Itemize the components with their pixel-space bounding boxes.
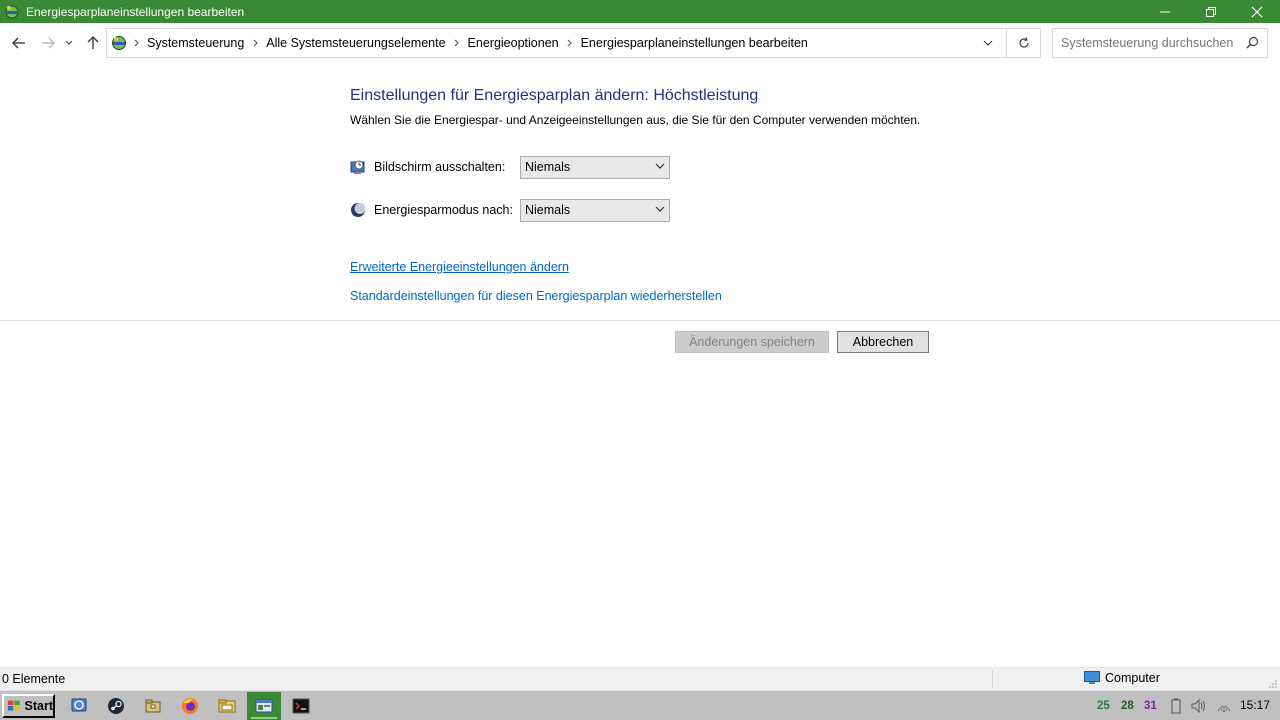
- close-icon: [1251, 6, 1263, 17]
- resize-grip-icon[interactable]: [1268, 679, 1278, 689]
- sleep-select[interactable]: Niemals: [520, 198, 670, 222]
- breadcrumb-separator-icon[interactable]: [129, 39, 143, 47]
- forward-button[interactable]: [38, 33, 58, 53]
- restore-button[interactable]: [1188, 0, 1234, 23]
- sleep-value: Niemals: [525, 203, 571, 217]
- cancel-button[interactable]: Abbrechen: [837, 331, 929, 353]
- sleep-label: Energiesparmodus nach:: [374, 203, 513, 217]
- taskbar-app-explorer[interactable]: [210, 692, 244, 720]
- advanced-settings-link[interactable]: Erweiterte Energieeinstellungen ändern: [350, 260, 569, 274]
- tray-temp-3[interactable]: 31: [1144, 691, 1157, 720]
- breadcrumb-systemsteuerung[interactable]: Systemsteuerung: [143, 36, 248, 50]
- start-button[interactable]: Start: [2, 694, 55, 718]
- remote-desktop-icon: [71, 698, 87, 712]
- breadcrumb-alle-elemente[interactable]: Alle Systemsteuerungselemente: [262, 36, 449, 50]
- steam-icon: [108, 698, 124, 714]
- minimize-button[interactable]: [1142, 0, 1188, 23]
- save-changes-button[interactable]: Änderungen speichern: [675, 331, 829, 353]
- display-off-row: Bildschirm ausschalten: Niemals: [350, 155, 670, 179]
- sleep-row: Energiesparmodus nach: Niemals: [350, 198, 670, 222]
- tray-volume[interactable]: [1191, 691, 1207, 720]
- restore-icon: [1206, 6, 1216, 17]
- address-history-button[interactable]: [976, 29, 1000, 57]
- taskbar-app-control-panel[interactable]: [247, 692, 281, 720]
- arrow-left-icon: [12, 37, 25, 49]
- arrow-up-icon: [87, 36, 99, 49]
- taskbar-app-firefox[interactable]: [173, 692, 207, 720]
- status-bar: 0 Elemente Computer: [0, 667, 1280, 690]
- chevron-down-icon: [655, 206, 665, 212]
- chevron-down-icon: [655, 163, 665, 169]
- window-title: Energiesparplaneinstellungen bearbeiten: [26, 4, 245, 19]
- speaker-icon: [1191, 699, 1205, 713]
- folder-icon: [218, 699, 236, 713]
- archive-icon: [145, 699, 161, 713]
- control-panel-icon: [109, 33, 129, 53]
- wifi-icon: [1217, 705, 1231, 712]
- arrow-right-icon: [42, 37, 55, 49]
- search-icon[interactable]: [1246, 36, 1259, 52]
- taskbar: Start 25 28 31 15:17: [0, 690, 1280, 720]
- title-bar: Energiesparplaneinstellungen bearbeiten: [0, 0, 1280, 23]
- content-area: Einstellungen für Energiesparplan ändern…: [0, 63, 1280, 667]
- status-divider: [992, 670, 993, 688]
- recent-locations-button[interactable]: [62, 33, 76, 53]
- computer-icon: [1084, 671, 1100, 684]
- chevron-down-icon: [983, 40, 993, 46]
- windows-flag-icon: [7, 700, 20, 711]
- taskbar-app-remote[interactable]: [62, 692, 96, 720]
- refresh-button[interactable]: [1006, 29, 1040, 57]
- breadcrumb-energieoptionen[interactable]: Energieoptionen: [464, 36, 563, 50]
- tray-temp-1[interactable]: 25: [1097, 691, 1110, 720]
- page-title: Einstellungen für Energiesparplan ändern…: [350, 87, 759, 104]
- tray-network[interactable]: [1216, 691, 1232, 720]
- search-input[interactable]: [1053, 36, 1233, 50]
- moon-icon: [350, 202, 366, 218]
- location-indicator: Computer: [1084, 671, 1160, 685]
- back-button[interactable]: [9, 33, 29, 53]
- restore-defaults-link[interactable]: Standardeinstellungen für diesen Energie…: [350, 289, 722, 303]
- chevron-down-icon: [65, 40, 73, 45]
- address-bar[interactable]: Systemsteuerung Alle Systemsteuerungsele…: [106, 28, 1041, 58]
- location-label: Computer: [1105, 671, 1160, 685]
- terminal-icon: [292, 698, 310, 714]
- control-panel-icon: [4, 4, 20, 20]
- tray-temp-2[interactable]: 28: [1121, 691, 1134, 720]
- tray-battery[interactable]: [1170, 691, 1182, 720]
- taskbar-app-steam[interactable]: [99, 692, 133, 720]
- battery-icon: [1171, 698, 1181, 714]
- display-off-label: Bildschirm ausschalten:: [374, 160, 506, 174]
- search-box[interactable]: [1052, 28, 1268, 58]
- breadcrumb-current[interactable]: Energiesparplaneinstellungen bearbeiten: [577, 36, 812, 50]
- divider: [0, 320, 1280, 321]
- display-off-value: Niemals: [525, 160, 571, 174]
- start-label: Start: [24, 699, 53, 713]
- close-button[interactable]: [1234, 0, 1280, 23]
- page-subtitle: Wählen Sie die Energiespar- und Anzeigee…: [350, 113, 921, 127]
- taskbar-app-archive[interactable]: [136, 692, 170, 720]
- display-off-select[interactable]: Niemals: [520, 155, 670, 179]
- refresh-icon: [1018, 37, 1029, 48]
- breadcrumb-separator-icon[interactable]: [248, 39, 262, 47]
- taskbar-app-terminal[interactable]: [284, 692, 318, 720]
- control-panel-window-icon: [255, 699, 273, 713]
- breadcrumb-separator-icon[interactable]: [563, 39, 577, 47]
- taskbar-clock[interactable]: 15:17: [1240, 698, 1270, 712]
- minimize-icon: [1160, 11, 1170, 12]
- monitor-clock-icon: [350, 159, 366, 175]
- up-button[interactable]: [83, 33, 103, 53]
- item-count: 0 Elemente: [2, 672, 66, 686]
- firefox-icon: [182, 698, 198, 714]
- breadcrumb-separator-icon[interactable]: [450, 39, 464, 47]
